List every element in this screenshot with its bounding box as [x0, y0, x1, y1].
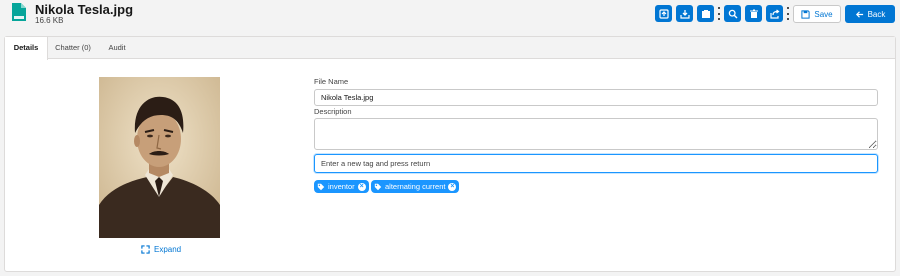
preview-icon: [658, 8, 669, 19]
tag-input[interactable]: [314, 154, 878, 173]
preview-button[interactable]: [655, 5, 672, 22]
file-size: 16.6 KB: [35, 16, 64, 25]
search-icon: [728, 9, 737, 18]
tag-pill[interactable]: alternating current ×: [371, 180, 460, 193]
file-preview-image[interactable]: [99, 77, 220, 238]
page-title: Nikola Tesla.jpg: [35, 2, 134, 17]
tab-bar: Details Chatter (0) Audit: [5, 37, 895, 60]
download-icon: [679, 9, 690, 19]
share-button[interactable]: [766, 5, 783, 22]
search-button[interactable]: [724, 5, 741, 22]
file-button[interactable]: [697, 5, 714, 22]
description-label: Description: [314, 107, 352, 116]
save-label: Save: [814, 9, 833, 19]
expand-icon: [141, 244, 150, 254]
file-name-field[interactable]: [314, 89, 878, 106]
delete-icon: [749, 9, 758, 18]
jpg-file-icon: [12, 3, 26, 21]
tab-chatter[interactable]: Chatter (0): [50, 37, 96, 59]
more-actions-icon[interactable]: [717, 7, 721, 20]
back-button[interactable]: Back: [845, 5, 895, 23]
tab-audit[interactable]: Audit: [102, 37, 132, 59]
tag-icon: [317, 183, 325, 190]
share-icon: [769, 9, 779, 19]
more-actions-icon[interactable]: [786, 7, 790, 20]
arrow-left-icon: [855, 10, 863, 18]
expand-button[interactable]: Expand: [141, 243, 181, 255]
tab-details[interactable]: Details: [5, 37, 48, 60]
file-icon: [701, 9, 710, 18]
record-header: Nikola Tesla.jpg 16.6 KB: [0, 0, 900, 30]
tag-label: inventor: [328, 182, 355, 191]
description-field[interactable]: [314, 118, 878, 150]
save-icon: [801, 9, 810, 19]
file-name-label: File Name: [314, 77, 349, 86]
delete-button[interactable]: [745, 5, 762, 22]
tag-label: alternating current: [385, 182, 446, 191]
portrait-image: [99, 77, 220, 238]
save-button[interactable]: Save: [793, 5, 841, 23]
remove-tag-icon[interactable]: ×: [448, 182, 457, 191]
expand-label: Expand: [154, 244, 182, 254]
back-label: Back: [867, 9, 886, 19]
details-card: Details Chatter (0) Audit Expand File Na…: [4, 36, 896, 272]
download-button[interactable]: [676, 5, 693, 22]
remove-tag-icon[interactable]: ×: [357, 182, 366, 191]
tag-pill[interactable]: inventor ×: [314, 180, 369, 193]
tag-icon: [374, 183, 382, 190]
